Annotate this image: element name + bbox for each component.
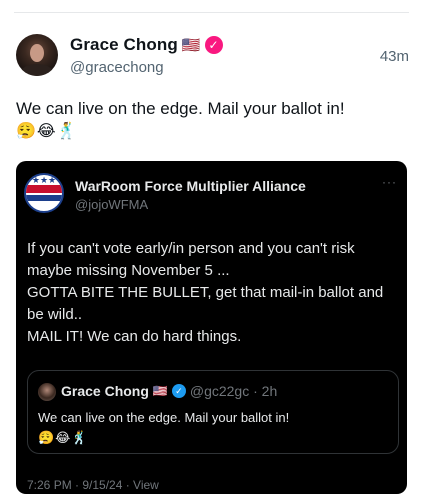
embedded-body-line: MAIL IT! We can do hard things. <box>27 328 242 345</box>
quoted-post-text: We can live on the edge. Mail your ballo… <box>38 410 290 425</box>
embedded-body-line: GOTTA BITE THE BULLET, get that mail-in … <box>27 284 384 323</box>
us-flag-icon: 🇺🇸 <box>181 36 201 54</box>
quoted-author-name: Grace Chong <box>61 383 149 399</box>
author-avatar[interactable] <box>16 34 58 76</box>
post-header: Grace Chong 🇺🇸 ✓ @gracechong 43m <box>14 34 409 84</box>
post-text: We can live on the edge. Mail your ballo… <box>16 99 345 118</box>
author-name-row: Grace Chong 🇺🇸 ✓ <box>70 34 223 56</box>
avatar-shoulders <box>20 64 54 76</box>
embedded-author-handle[interactable]: @jojoWFMA <box>75 197 148 212</box>
embedded-post-footer[interactable]: 7:26 PM · 9/15/24 · View <box>27 478 159 492</box>
avatar-blue-band <box>26 195 62 201</box>
post-timestamp[interactable]: 43m <box>380 48 409 65</box>
avatar-face <box>30 44 44 62</box>
embedded-post-body: If you can't vote early/in person and yo… <box>27 238 399 348</box>
us-flag-icon: 🇺🇸 <box>152 384 168 398</box>
quoted-author-avatar <box>38 383 56 401</box>
top-divider <box>14 12 409 13</box>
author-handle[interactable]: @gracechong <box>70 59 164 76</box>
embedded-author-avatar[interactable]: ★★★ <box>24 173 64 213</box>
author-display-name[interactable]: Grace Chong <box>70 35 178 55</box>
quoted-post-header: Grace Chong 🇺🇸 ✓ @gc22gc · 2h <box>61 383 277 399</box>
embedded-author-name[interactable]: WarRoom Force Multiplier Alliance <box>75 178 306 194</box>
quoted-post-emojis: 😮‍💨😂🕺 <box>38 430 89 445</box>
quoted-post-card[interactable]: Grace Chong 🇺🇸 ✓ @gc22gc · 2h We can liv… <box>27 370 399 454</box>
verified-badge-icon: ✓ <box>171 384 186 398</box>
avatar-red-band <box>26 185 62 193</box>
quoted-author-handle-time: @gc22gc · 2h <box>189 383 278 399</box>
star-icon: ★★★ <box>31 175 57 185</box>
verified-badge-icon: ✓ <box>204 36 223 54</box>
more-options-icon[interactable]: ··· <box>382 175 397 189</box>
post-emojis: 😮‍💨😂🕺 <box>16 123 78 140</box>
embedded-body-line: If you can't vote early/in person and yo… <box>27 240 355 279</box>
embedded-post-card[interactable]: ★★★ WarRoom Force Multiplier Alliance @j… <box>16 161 407 494</box>
